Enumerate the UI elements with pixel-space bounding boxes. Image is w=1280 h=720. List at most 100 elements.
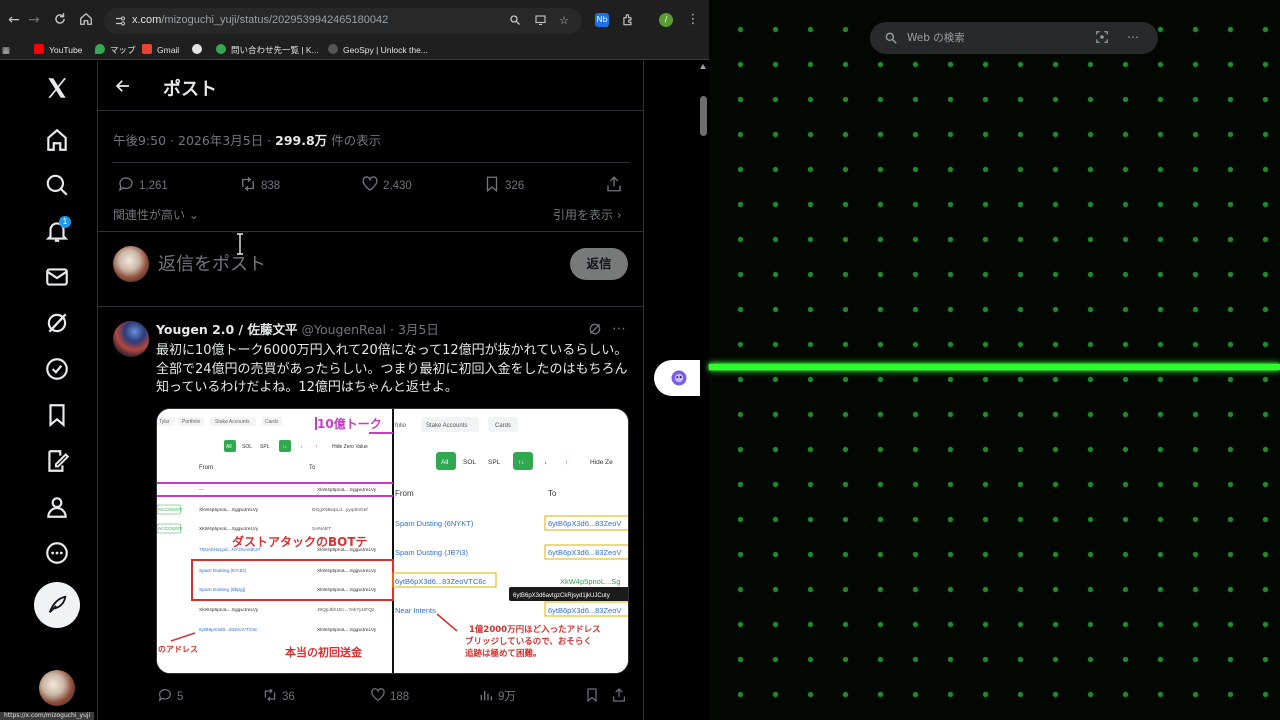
bookmark-star-icon[interactable]: ☆ bbox=[557, 14, 571, 28]
bookmark-icon bbox=[587, 688, 597, 703]
reply-author-header: Yougen 2.0 / 佐藤文平 @YougenReal · 3月5日 bbox=[156, 321, 439, 339]
floating-assistant-button[interactable] bbox=[654, 360, 700, 396]
reply-author-handle[interactable]: @YougenReal bbox=[301, 322, 386, 337]
zoom-icon[interactable] bbox=[508, 14, 522, 28]
reply-author-avatar[interactable] bbox=[113, 321, 149, 357]
grok-icon[interactable] bbox=[44, 310, 70, 336]
x-logo-icon[interactable] bbox=[44, 75, 70, 101]
bookmark-label: GeoSpy | Unlock the... bbox=[343, 45, 428, 55]
tx-row-badge: ACCOUNT bbox=[158, 507, 182, 513]
bookmark-maps[interactable]: マップ bbox=[95, 43, 136, 57]
reply-author-name[interactable]: Yougen 2.0 / 佐藤文平 bbox=[156, 322, 297, 337]
url-text[interactable]: x.com/mizoguchi_yuji/status/202953994246… bbox=[132, 14, 388, 26]
home-icon[interactable] bbox=[44, 127, 70, 153]
bookmarks-icon[interactable] bbox=[44, 402, 70, 428]
lens-scan-icon[interactable] bbox=[1095, 30, 1109, 44]
browser-window: ← → x.com/mizoguchi_yuji/status/20295399… bbox=[0, 0, 709, 720]
page-title: ポスト bbox=[163, 79, 217, 100]
reload-icon[interactable] bbox=[52, 12, 68, 28]
reply-tweet-share-button[interactable] bbox=[611, 687, 631, 705]
sort-relevance-dropdown[interactable]: 関連性が高い ⌄ bbox=[113, 206, 199, 223]
url-host: x.com bbox=[132, 14, 162, 26]
premium-verified-icon[interactable] bbox=[44, 356, 70, 382]
cast-icon[interactable] bbox=[533, 14, 547, 28]
right-tab: Stake Accounts bbox=[426, 423, 467, 429]
like-count-button[interactable]: 2,430 bbox=[361, 175, 412, 193]
site-info-icon[interactable] bbox=[114, 14, 126, 28]
compose-post-button[interactable] bbox=[34, 582, 80, 628]
reply-count-button[interactable]: 1,261 bbox=[117, 175, 168, 193]
reply-date[interactable]: 3月5日 bbox=[398, 322, 439, 337]
bookmark-contacts[interactable]: 問い合わせ先一覧 | K... bbox=[216, 43, 319, 57]
repost-count: 838 bbox=[261, 180, 281, 192]
account-avatar[interactable] bbox=[39, 670, 75, 706]
annotation-right-2: ブリッジしているので、おそらく bbox=[465, 636, 592, 647]
reply-submit-button[interactable]: 返信 bbox=[570, 248, 628, 280]
bookmark-icon bbox=[486, 176, 498, 193]
more-options-icon[interactable]: ⋯ bbox=[612, 321, 628, 337]
youtube-icon bbox=[34, 44, 44, 54]
post-time[interactable]: 午後9:50 bbox=[113, 133, 166, 148]
globe-icon bbox=[192, 44, 202, 54]
share-button[interactable] bbox=[605, 175, 627, 193]
extension-icon[interactable]: Nb bbox=[595, 13, 609, 27]
right-tab: folio bbox=[395, 423, 407, 429]
tx-row-to: XkW4p5pnoL...SggwJreLVy bbox=[317, 568, 377, 574]
back-icon[interactable]: ← bbox=[6, 12, 22, 28]
annotation-10oku: 10億トーク bbox=[317, 416, 382, 431]
more-options-icon[interactable]: ⋯ bbox=[1127, 29, 1139, 45]
tx-row-from: Spam Dusting (JB7i3) bbox=[395, 548, 468, 557]
reply-input[interactable] bbox=[158, 251, 458, 277]
bookmark-gmail[interactable]: Gmail bbox=[142, 43, 179, 57]
search-icon[interactable] bbox=[44, 172, 70, 198]
post-date[interactable]: 2026年3月5日 bbox=[178, 133, 263, 148]
search-icon bbox=[885, 32, 897, 44]
share-icon bbox=[613, 688, 625, 702]
profile-icon[interactable] bbox=[44, 494, 70, 520]
tx-row-from: Spam Dusting (6NYKT) bbox=[395, 519, 474, 528]
view-quotes-link[interactable]: 引用を表示 › bbox=[553, 206, 622, 223]
grok-explain-icon[interactable] bbox=[587, 321, 603, 337]
share-icon bbox=[607, 176, 621, 192]
web-search-bar[interactable]: Web の検索 ⋯ bbox=[870, 22, 1158, 54]
status-bar-url: https://x.com/mizoguchi_yuji bbox=[0, 712, 95, 720]
dotted-background-panel bbox=[709, 0, 1280, 720]
views-chart-icon bbox=[480, 691, 492, 701]
reply-tweet-reply-button[interactable]: 5 bbox=[157, 687, 183, 705]
scroll-up-arrow-icon[interactable] bbox=[700, 64, 706, 69]
bookmarks-bar: ▦ YouTube マップ Gmail 問い合わせ先一覧 | K... GeoS… bbox=[0, 40, 709, 60]
green-scan-line bbox=[709, 364, 1280, 370]
divider bbox=[98, 231, 644, 232]
menu-kebab-icon[interactable]: ⋮ bbox=[685, 12, 701, 28]
forward-icon[interactable]: → bbox=[26, 12, 42, 28]
reply-tweet-bookmark-button[interactable] bbox=[584, 687, 604, 705]
home-icon[interactable] bbox=[78, 12, 94, 28]
reply-tweet-like-button[interactable]: 188 bbox=[370, 687, 409, 705]
back-arrow-icon[interactable] bbox=[114, 77, 132, 95]
extensions-puzzle-icon[interactable] bbox=[621, 13, 635, 27]
reply-composer-avatar[interactable] bbox=[113, 246, 149, 282]
annotation-address: のアドレス bbox=[158, 645, 198, 654]
reply-tweet-views-button[interactable]: 9万 bbox=[478, 687, 516, 705]
address-bar[interactable]: x.com/mizoguchi_yuji/status/202953994246… bbox=[104, 8, 582, 34]
tx-row-from: Near Intents bbox=[395, 606, 436, 615]
text-cursor-icon bbox=[237, 233, 243, 255]
repost-count-button[interactable]: 838 bbox=[239, 175, 280, 193]
articles-edit-icon[interactable] bbox=[44, 448, 70, 474]
profile-avatar[interactable]: / bbox=[659, 13, 673, 27]
bookmark-count-button[interactable]: 326 bbox=[483, 175, 524, 193]
bookmark-unnamed[interactable] bbox=[192, 43, 207, 57]
bookmark-geospy[interactable]: GeoSpy | Unlock the... bbox=[328, 43, 428, 57]
more-circle-icon[interactable] bbox=[44, 540, 70, 566]
messages-mail-icon[interactable] bbox=[44, 264, 70, 290]
address-tooltip: 6ytB6pX3d6avtgzCkRjsyd1jkUJCuty bbox=[513, 593, 610, 599]
svg-text:↓: ↓ bbox=[300, 444, 303, 450]
bookmark-youtube[interactable]: YouTube bbox=[34, 43, 82, 57]
tx-row-from: Spam Dusting (8bpgj) bbox=[199, 587, 246, 593]
reply-tweet-repost-button[interactable]: 36 bbox=[262, 687, 295, 705]
apps-grid-icon[interactable]: ▦ bbox=[2, 43, 10, 57]
reply-media-image[interactable]: Tybz Portfolio Stake Accounts Cards 10億ト… bbox=[156, 408, 629, 674]
contacts-favicon bbox=[216, 44, 226, 54]
to-header: To bbox=[548, 489, 557, 498]
scrollbar-thumb[interactable] bbox=[700, 96, 707, 136]
